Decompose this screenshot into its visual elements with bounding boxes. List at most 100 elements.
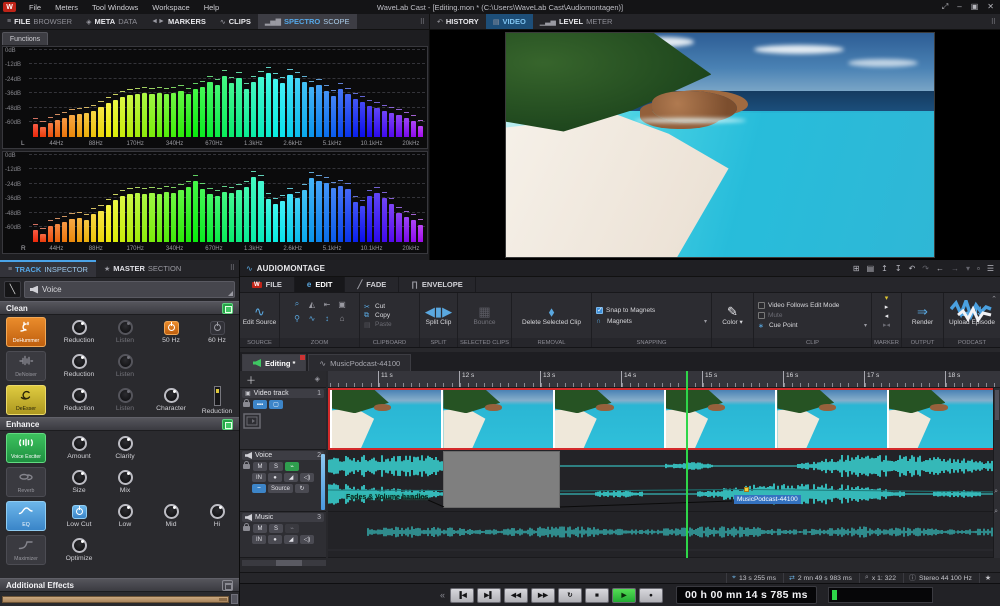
60-hz-power[interactable]: 60 Hz — [194, 321, 240, 344]
cue-point-dropdown[interactable]: ∗Cue Point▾ — [758, 322, 867, 330]
tab-levelmeter[interactable]: ▁▃▅LEVELMETER — [533, 14, 620, 29]
redo-icon[interactable]: ↷ — [922, 264, 929, 273]
delete-selected-clip-button[interactable]: ⬧ Delete Selected Clip — [512, 293, 591, 338]
restore-down-icon[interactable]: ⤢ — [942, 2, 948, 12]
fader-button[interactable]: ◢ — [284, 473, 298, 482]
envelope-curve-button[interactable]: ⌣ — [252, 484, 266, 493]
menu-help[interactable]: Help — [197, 3, 226, 12]
copy-button[interactable]: ⧉Copy — [364, 312, 415, 320]
stop-button[interactable]: ■ — [585, 588, 609, 603]
go-to-end-button[interactable]: ▶▌ — [477, 588, 501, 603]
low-cut-power[interactable]: Low Cut — [56, 505, 102, 528]
zoom-reset-icon[interactable]: ◭ — [305, 298, 319, 311]
tab-history[interactable]: ↶HISTORY — [430, 14, 486, 29]
playhead-cursor[interactable] — [686, 371, 688, 558]
optimize-knob[interactable]: Optimize — [56, 538, 102, 562]
paste-button[interactable]: ▤Paste — [364, 321, 415, 329]
document-tab-editing[interactable]: Editing * — [242, 354, 306, 371]
edit-source-button[interactable]: ∿ Edit Source — [240, 293, 279, 338]
import-icon[interactable]: ↧ — [895, 264, 902, 273]
track-preset-dropdown[interactable]: Voice — [24, 281, 235, 298]
montage-duration[interactable]: ⇄ 2 mn 49 s 983 ms — [783, 573, 857, 583]
minimize-icon[interactable]: – — [957, 2, 961, 12]
zoom-whole-icon[interactable]: ▣ — [335, 298, 349, 311]
zoom-audio-icon[interactable]: ∿ — [305, 312, 319, 325]
cut-button[interactable]: ✂Cut — [364, 303, 415, 311]
add-track-button[interactable]: ＋ — [246, 372, 256, 387]
collapse-ribbon-icon[interactable]: ⌃ — [991, 295, 997, 303]
reduction-knob[interactable]: Reduction — [56, 354, 102, 378]
tab-spectroscope[interactable]: ▂▅▇SPECTROSCOPE — [258, 14, 357, 29]
zoom-clip-icon[interactable]: ⚲ — [290, 312, 304, 325]
reduction-knob[interactable]: Reduction — [56, 320, 102, 344]
nav-back-icon[interactable]: ← — [936, 264, 944, 273]
50-hz-power[interactable]: 50 Hz — [148, 321, 194, 344]
voice-exciter-button[interactable]: Voice Exciter — [6, 433, 46, 463]
music-track-name[interactable]: Music 3 — [242, 513, 324, 522]
cursor-position[interactable]: ⌖ 13 s 255 ms — [726, 573, 781, 583]
snap-to-magnets-checkbox[interactable]: Snap to Magnets — [596, 307, 707, 314]
record-arm-button[interactable]: ● — [268, 535, 282, 544]
ribbon-tab-file[interactable]: WFILE — [240, 277, 295, 292]
next-marker-icon[interactable]: ▸ — [885, 303, 889, 311]
maximizer-button[interactable]: Maximizer — [6, 535, 46, 565]
lock-icon[interactable] — [243, 526, 250, 531]
zoom-level-icon[interactable]: ⌂ — [335, 312, 349, 325]
hi-knob[interactable]: Hi — [194, 504, 240, 528]
montage-vertical-scrollbar[interactable] — [993, 388, 1000, 558]
inspector-scroll-thumb[interactable] — [231, 594, 238, 604]
video-follows-edit-mode-checkbox[interactable]: Video Follows Edit Mode — [758, 302, 867, 309]
mix-knob[interactable]: Mix — [102, 470, 148, 494]
size-knob[interactable]: Size — [56, 470, 102, 494]
maximize-view-icon[interactable]: ▫ — [977, 264, 980, 273]
video-track-name[interactable]: ▣ Video track 1 — [242, 389, 324, 398]
listen-knob[interactable]: Listen — [102, 388, 148, 412]
video-track-lane[interactable] — [328, 388, 1000, 450]
new-window-icon[interactable]: ⊞ — [853, 264, 860, 273]
envelope-node-handle[interactable] — [744, 487, 749, 492]
functions-button[interactable]: Functions — [2, 32, 48, 45]
split-clip-button[interactable]: ◀▮▶ Split Clip — [420, 293, 457, 338]
tab-video[interactable]: ▤VIDEO — [486, 14, 533, 29]
dropdown-icon[interactable]: ▾ — [966, 264, 970, 273]
loop-button[interactable]: ↻ — [558, 588, 582, 603]
lock-icon[interactable] — [243, 464, 250, 469]
ribbon-tab-fade[interactable]: ╱FADE — [345, 277, 399, 292]
clip-name-label[interactable]: MusicPodcast-44100 — [734, 495, 801, 504]
source-button[interactable]: Source — [268, 484, 293, 493]
input-button[interactable]: IN — [252, 473, 266, 482]
close-icon[interactable]: ✕ — [987, 2, 994, 12]
marker-dropdown-icon[interactable]: ▾ — [885, 294, 889, 302]
reduction-knob[interactable]: Reduction — [56, 388, 102, 412]
amount-knob[interactable]: Amount — [56, 436, 102, 460]
monitor-button[interactable]: ◁) — [300, 473, 314, 482]
effects-button[interactable]: ⌁ — [285, 524, 299, 533]
mute-button[interactable]: M — [253, 462, 267, 471]
menu-workspace[interactable]: Workspace — [145, 3, 196, 12]
marker-pair-icon[interactable]: ▸◂ — [883, 321, 890, 329]
monitor-button[interactable]: ◁) — [300, 535, 314, 544]
panel-options-icon[interactable]: ⠿ — [230, 264, 235, 272]
track-options-icon[interactable]: ◈ — [315, 375, 320, 383]
transport-collapse-icon[interactable]: « — [440, 590, 445, 600]
panel-options-icon[interactable]: ⠿ — [991, 18, 996, 26]
fader-button[interactable]: ◢ — [284, 535, 298, 544]
reverb-button[interactable]: Reverb — [6, 467, 46, 497]
menu-file[interactable]: File — [22, 3, 48, 12]
lock-icon[interactable] — [243, 402, 250, 407]
section-toggle-icon[interactable] — [222, 303, 233, 314]
mid-knob[interactable]: Mid — [148, 504, 194, 528]
time-display[interactable]: 00 h 00 mn 14 s 785 ms — [676, 586, 817, 604]
reduction-fader[interactable]: Reduction — [194, 386, 240, 415]
tab-clips[interactable]: ∿CLIPS — [213, 14, 258, 29]
undo-icon[interactable]: ↶ — [909, 264, 916, 273]
rewind-button[interactable]: ◀◀ — [504, 588, 528, 603]
thumbnail-mode-button[interactable]: ▪▪▪ — [253, 400, 267, 409]
input-button[interactable]: IN — [252, 535, 266, 544]
tab-markers[interactable]: ◄►MARKERS — [144, 14, 213, 29]
solo-button[interactable]: S — [269, 462, 283, 471]
audio-format[interactable]: ⓘ Stereo 44 100 Hz — [903, 573, 977, 583]
ribbon-tab-edit[interactable]: eEDIT — [295, 277, 346, 292]
mute-checkbox[interactable]: Mute — [758, 312, 867, 319]
timeline-ruler[interactable]: 11 s12 s13 s14 s15 s16 s17 s18 s — [328, 371, 1000, 388]
